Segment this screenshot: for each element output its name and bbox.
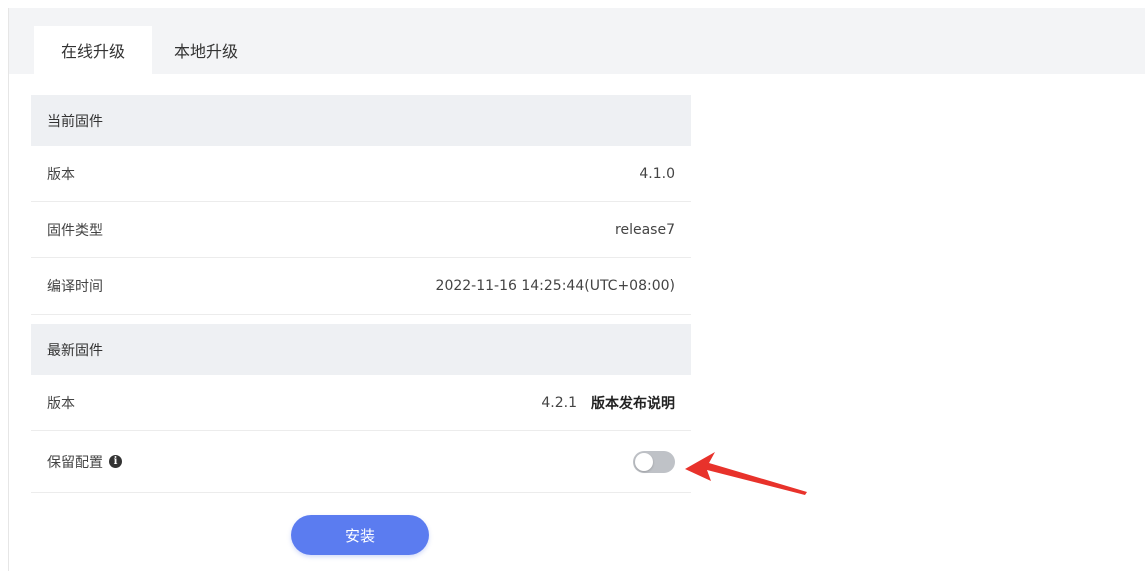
latest-version-label: 版本 <box>47 395 75 412</box>
red-arrow-annotation <box>685 452 807 495</box>
tab-online-upgrade[interactable]: 在线升级 <box>34 26 152 74</box>
install-button[interactable]: 安装 <box>291 515 429 555</box>
release-notes-link[interactable]: 版本发布说明 <box>591 393 675 413</box>
keep-config-toggle[interactable] <box>633 450 675 473</box>
latest-version-row: 版本 4.2.1 版本发布说明 <box>31 375 691 431</box>
keep-config-row: 保留配置 i <box>31 431 691 493</box>
firmware-type-label: 固件类型 <box>47 222 103 239</box>
current-version-value: 4.1.0 <box>639 165 675 182</box>
build-time-label: 编译时间 <box>47 279 103 295</box>
tab-local-upgrade[interactable]: 本地升级 <box>156 26 256 74</box>
build-time-value: 2022-11-16 14:25:44(UTC+08:00) <box>435 278 675 294</box>
info-icon[interactable]: i <box>109 455 122 468</box>
firmware-upgrade-panel: 在线升级 本地升级 当前固件 版本 4.1.0 固件类型 release7 编译… <box>8 8 1145 571</box>
toggle-knob <box>635 452 653 471</box>
latest-firmware-header: 最新固件 <box>31 324 691 375</box>
keep-config-label-group: 保留配置 i <box>47 452 122 472</box>
latest-version-value: 4.2.1 <box>541 394 577 411</box>
current-version-label: 版本 <box>47 166 75 183</box>
build-time-row: 编译时间 2022-11-16 14:25:44(UTC+08:00) <box>31 258 691 315</box>
keep-config-label: 保留配置 <box>47 454 103 471</box>
tab-bar: 在线升级 本地升级 <box>9 8 1145 74</box>
current-version-row: 版本 4.1.0 <box>31 146 691 202</box>
current-firmware-header: 当前固件 <box>31 95 691 146</box>
firmware-type-row: 固件类型 release7 <box>31 202 691 258</box>
latest-version-group: 4.2.1 版本发布说明 <box>541 393 675 413</box>
firmware-type-value: release7 <box>615 221 675 238</box>
